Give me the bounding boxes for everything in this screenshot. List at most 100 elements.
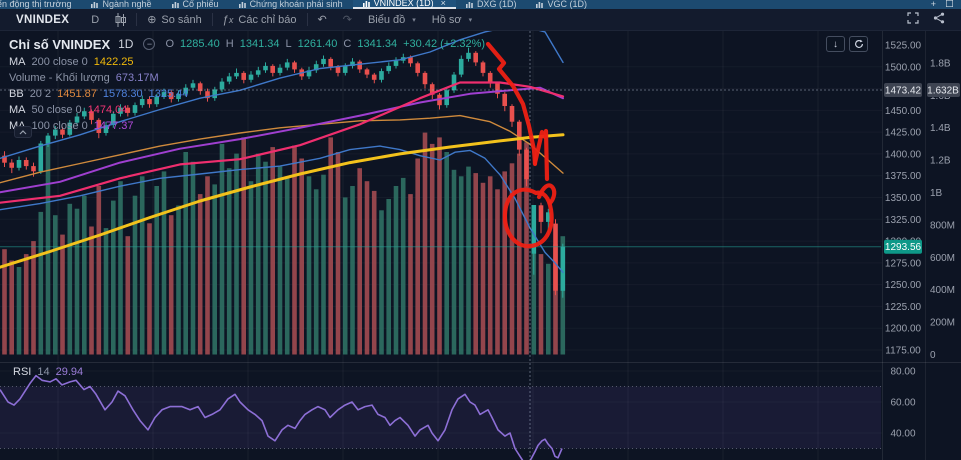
volume-bar bbox=[89, 226, 94, 355]
volume-bar bbox=[466, 166, 471, 355]
volume-bar bbox=[458, 176, 464, 355]
interval-button[interactable]: D bbox=[83, 9, 107, 31]
candle bbox=[197, 81, 203, 95]
refresh-icon bbox=[854, 39, 863, 48]
chevron-down-icon: ▾ bbox=[468, 16, 473, 24]
volume-bar bbox=[495, 189, 500, 355]
tab-label: Chứng khoán phái sinh bbox=[249, 0, 343, 9]
tab-label: Cổ phiếu bbox=[182, 0, 219, 9]
chart-menu-button[interactable]: Biểu đồ ▾ bbox=[360, 9, 424, 31]
volume-bar bbox=[538, 254, 544, 355]
crosshair-price-label: 1473.42 bbox=[884, 83, 922, 97]
candle bbox=[205, 88, 210, 102]
candle bbox=[313, 60, 319, 73]
candle bbox=[277, 64, 283, 76]
volume-bar bbox=[111, 200, 116, 355]
chart-style-button[interactable] bbox=[107, 9, 134, 31]
annotation-stroke[interactable] bbox=[543, 128, 550, 182]
scroll-to-recent-button[interactable]: ↓ bbox=[826, 36, 845, 52]
candle bbox=[553, 219, 558, 296]
chart-menu-label: Biểu đồ bbox=[367, 13, 406, 26]
reset-chart-button[interactable] bbox=[849, 36, 868, 52]
volume-bar bbox=[139, 176, 145, 355]
share-icon[interactable] bbox=[933, 12, 945, 27]
volume-tick: 1.2B bbox=[930, 156, 951, 167]
candle bbox=[379, 68, 384, 83]
fullscreen-icon[interactable] bbox=[907, 12, 919, 27]
candle bbox=[9, 159, 14, 174]
candle bbox=[226, 72, 232, 85]
candle bbox=[364, 67, 370, 79]
price-tick: 1400.00 bbox=[885, 149, 922, 160]
candle bbox=[502, 92, 507, 112]
volume-tick: 1.4B bbox=[930, 123, 951, 134]
chart-toolbar: VNINDEX D ⊕ So sánh ƒx Các chỉ báo ↶ ↷ B… bbox=[0, 9, 961, 31]
redo-button[interactable]: ↷ bbox=[335, 9, 360, 31]
tab-label: Ngành nghề bbox=[102, 0, 152, 9]
add-tab-icon[interactable]: + bbox=[931, 0, 936, 9]
tab-vgc[interactable]: VGC (1D) bbox=[526, 0, 597, 9]
legend-collapse-button[interactable] bbox=[14, 126, 32, 138]
volume-tick: 600M bbox=[930, 253, 955, 264]
volume-bar bbox=[350, 186, 355, 355]
volume-bar bbox=[473, 173, 478, 355]
volume-bar bbox=[82, 195, 87, 355]
candle bbox=[422, 71, 428, 89]
price-tick: 1525.00 bbox=[885, 41, 922, 52]
tab-label: VNINDEX (1D) bbox=[373, 0, 434, 8]
compare-button[interactable]: ⊕ So sánh bbox=[139, 9, 210, 31]
volume-bar bbox=[321, 174, 326, 355]
volume-bar bbox=[147, 223, 152, 355]
volume-bar bbox=[451, 169, 457, 355]
circle-plus-icon: ⊕ bbox=[147, 14, 157, 26]
volume-bar bbox=[16, 267, 22, 355]
volume-bar bbox=[335, 152, 341, 355]
candle bbox=[473, 51, 478, 66]
rsi-band bbox=[0, 386, 881, 449]
last-price-label: 1293.56 bbox=[884, 239, 922, 254]
undo-button[interactable]: ↶ bbox=[310, 9, 335, 31]
chart-icon bbox=[171, 1, 179, 8]
layout-icon[interactable] bbox=[945, 0, 954, 9]
symbol-button[interactable]: VNINDEX bbox=[6, 14, 83, 26]
trading-app-window: ến động thị trường Ngành nghề Cổ phiếu C… bbox=[0, 0, 961, 460]
candle bbox=[60, 126, 65, 139]
svg-text:1.632B: 1.632B bbox=[927, 86, 959, 97]
volume-bar bbox=[197, 194, 203, 355]
volume-tick: 1.8B bbox=[930, 58, 951, 69]
price-tick: 1450.00 bbox=[885, 106, 922, 117]
candle bbox=[154, 93, 159, 107]
profile-menu-button[interactable]: Hồ sơ ▾ bbox=[424, 9, 480, 31]
volume-bar bbox=[9, 260, 14, 355]
volume-bar bbox=[502, 171, 507, 355]
candle bbox=[357, 59, 362, 73]
volume-bar bbox=[67, 203, 73, 355]
volume-bar bbox=[546, 263, 551, 355]
volume-tick: 400M bbox=[930, 285, 955, 296]
candlestick-icon bbox=[115, 12, 127, 27]
candle bbox=[176, 90, 181, 102]
rsi-tick: 40.00 bbox=[890, 429, 915, 440]
indicators-button[interactable]: ƒx Các chỉ báo bbox=[215, 9, 305, 31]
close-tab-icon[interactable]: × bbox=[441, 0, 446, 8]
chart-canvas[interactable]: 1525.00 1500.00 1450.00 1425.00 1400.00 1375.… bbox=[0, 31, 961, 460]
volume-axis[interactable]: 1.8B1.6B1.4B1.2B1B800M600M400M200M0 bbox=[930, 58, 955, 361]
svg-text:1293.56: 1293.56 bbox=[885, 242, 922, 253]
volume-bar bbox=[357, 168, 362, 355]
volume-bar bbox=[38, 211, 44, 355]
chart-icon bbox=[91, 1, 99, 8]
price-tick: 1175.00 bbox=[885, 346, 921, 357]
candle bbox=[139, 95, 145, 108]
candle bbox=[118, 104, 123, 117]
tab-market-movements[interactable]: ến động thị trường bbox=[0, 0, 81, 9]
volume-bar bbox=[125, 236, 131, 355]
candle bbox=[16, 156, 22, 171]
volume-bar bbox=[306, 176, 312, 355]
volume-bar bbox=[444, 152, 449, 355]
candle bbox=[89, 109, 94, 125]
bb-upper-line bbox=[0, 31, 564, 160]
fx-icon: ƒx bbox=[222, 13, 234, 26]
price-tick: 1250.00 bbox=[885, 280, 922, 291]
volume-bar bbox=[437, 137, 442, 355]
volume-bar bbox=[422, 132, 428, 355]
